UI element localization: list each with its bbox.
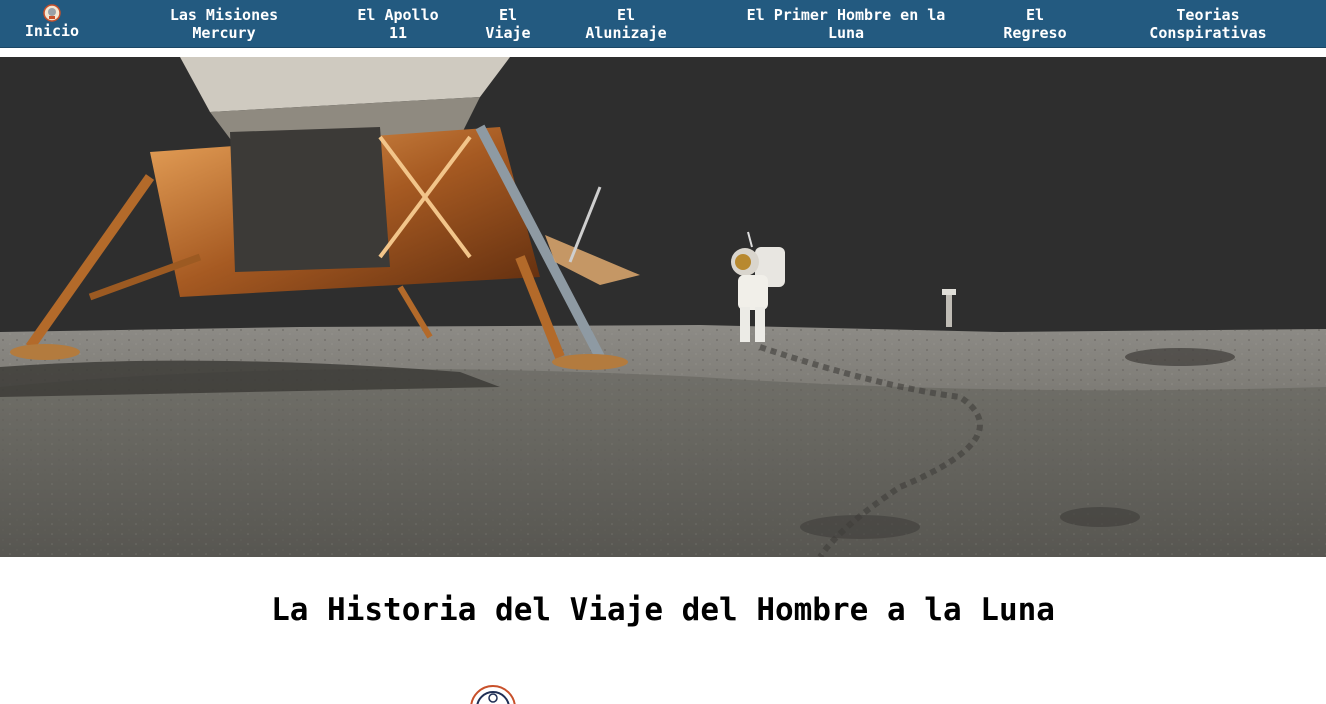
nav-item-label-line1: El Primer Hombre en la: [746, 6, 946, 24]
nav-item-label-line2: Alunizaje: [585, 24, 667, 42]
page-title: La Historia del Viaje del Hombre a la Lu…: [271, 592, 1055, 628]
lunar-surface-illustration: [0, 57, 1326, 557]
nav-item-viaje[interactable]: El Viaje: [478, 6, 538, 42]
nav-item-label-line2: Conspirativas: [1149, 24, 1267, 42]
nav-item-primer-hombre-luna[interactable]: El Primer Hombre en la Luna: [732, 6, 960, 42]
nav-item-label-line2: Luna: [827, 24, 865, 42]
nav-home-label: Inicio: [24, 22, 80, 40]
nav-item-label-line1: El: [616, 6, 636, 24]
bottom-logo-icon: [469, 684, 517, 704]
nav-item-label-line2: Mercury: [192, 24, 256, 42]
nav-item-apollo-11[interactable]: El Apollo 11: [348, 6, 448, 42]
hero-image: [0, 57, 1326, 557]
nav-item-label-line2: 11: [388, 24, 408, 42]
top-navbar: Inicio Las Misiones Mercury El Apollo 11…: [0, 0, 1326, 48]
nav-item-misiones-mercury[interactable]: Las Misiones Mercury: [160, 6, 288, 42]
nav-item-label-line1: El: [1025, 6, 1045, 24]
nav-item-label-line1: Teorias: [1176, 6, 1240, 24]
nav-home-link[interactable]: Inicio: [14, 4, 90, 39]
nav-item-label-line2: Regreso: [1003, 24, 1067, 42]
home-logo-icon: [43, 4, 61, 22]
nav-item-teorias-conspirativas[interactable]: Teorias Conspirativas: [1138, 6, 1278, 42]
nav-item-label-line2: Viaje: [485, 24, 531, 42]
nav-item-label-line1: El Apollo: [357, 6, 439, 24]
nav-item-alunizaje[interactable]: El Alunizaje: [576, 6, 676, 42]
nav-item-regreso[interactable]: El Regreso: [995, 6, 1075, 42]
nav-item-label-line1: Las Misiones: [169, 6, 279, 24]
nav-item-label-line1: El: [498, 6, 518, 24]
